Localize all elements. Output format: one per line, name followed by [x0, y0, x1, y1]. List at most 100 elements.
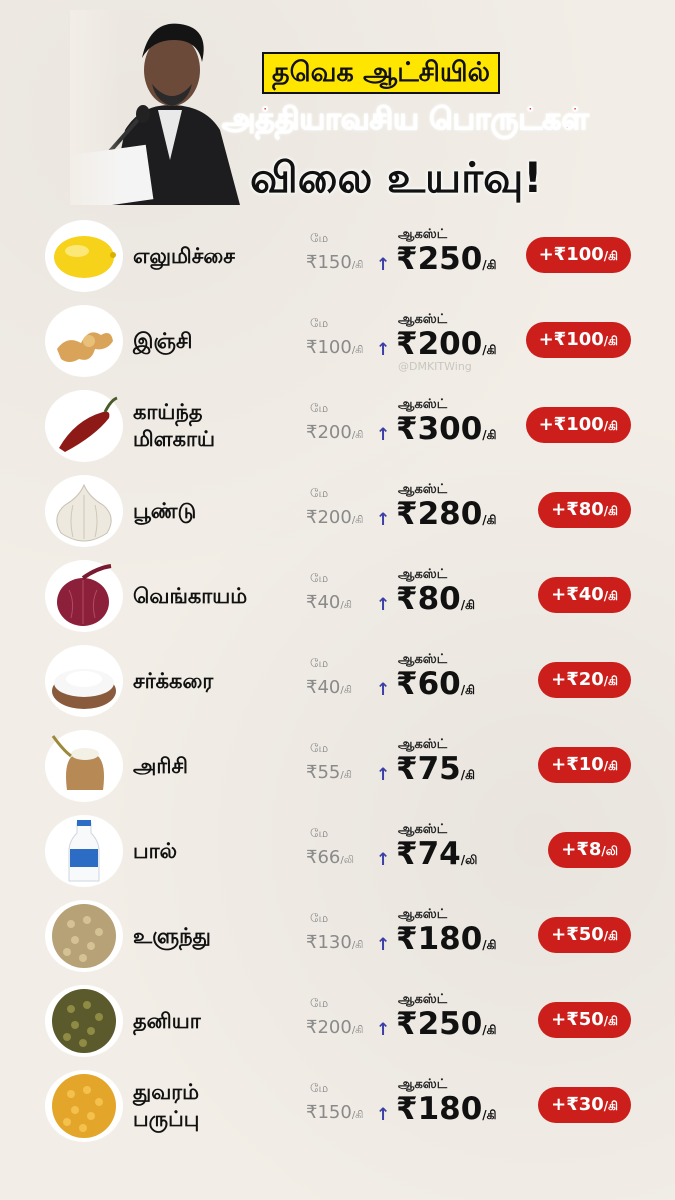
up-arrow-icon: ↑ — [376, 425, 391, 445]
old-price-value: ₹130 — [306, 932, 352, 953]
new-price-value: ₹250 — [396, 1006, 483, 1042]
old-price: ₹55/கி — [306, 762, 352, 783]
old-price-unit: /கி — [351, 345, 364, 356]
increase-value: +₹100 — [538, 414, 604, 435]
old-price-label: மே — [310, 231, 329, 245]
increase-badge: +₹10/கி — [538, 747, 631, 783]
new-price: ₹80/கி — [396, 581, 475, 617]
new-price-value: ₹180 — [396, 921, 483, 957]
increase-value: +₹20 — [551, 669, 604, 690]
increase-unit: /கி — [603, 419, 618, 433]
coriander-seeds-icon — [45, 985, 123, 1057]
item-name: அரிசி — [133, 723, 303, 809]
increase-badge: +₹80/கி — [538, 492, 631, 528]
increase-value: +₹50 — [551, 1009, 604, 1030]
old-price-unit: /கி — [351, 430, 364, 441]
increase-value: +₹8 — [561, 839, 602, 860]
new-price-value: ₹80 — [396, 581, 461, 617]
price-row: காய்ந்த மிளகாய் மே ₹200/கி ↑ ஆகஸ்ட் ₹300/கி +₹… — [0, 383, 675, 469]
old-price-label: மே — [310, 401, 329, 415]
up-arrow-icon: ↑ — [376, 850, 391, 870]
old-price-value: ₹200 — [306, 507, 352, 528]
price-row: சர்க்கரை மே ₹40/கி ↑ ஆகஸ்ட் ₹60/கி +₹20/கி — [0, 638, 675, 724]
up-arrow-icon: ↑ — [376, 340, 391, 360]
new-price: ₹75/கி — [396, 751, 475, 787]
new-price-value: ₹200 — [396, 326, 483, 362]
item-name-text: பால் — [133, 838, 178, 863]
old-price-label: மே — [310, 996, 329, 1010]
new-price: ₹300/கி — [396, 411, 497, 447]
increase-value: +₹50 — [551, 924, 604, 945]
new-price-unit: /கி — [482, 258, 497, 272]
new-price: ₹180/கி — [396, 1091, 497, 1127]
old-price-unit: /கி — [351, 1025, 364, 1036]
price-row: வெங்காயம் மே ₹40/கி ↑ ஆகஸ்ட் ₹80/கி +₹40/கி — [0, 553, 675, 639]
item-name-text: தனியா — [133, 1008, 201, 1033]
item-name: காய்ந்த மிளகாய் — [133, 383, 243, 469]
old-price-value: ₹150 — [306, 1102, 352, 1123]
item-name-text: பூண்டு — [133, 498, 197, 523]
new-price: ₹250/கி — [396, 1006, 497, 1042]
new-price-unit: /கி — [482, 1108, 497, 1122]
old-price-unit: /கி — [340, 770, 352, 781]
ginger-icon — [45, 305, 123, 377]
new-price-value: ₹60 — [396, 666, 461, 702]
increase-unit: /கி — [603, 1099, 618, 1113]
item-name: பூண்டு — [133, 468, 303, 554]
urad-dal-icon — [45, 900, 123, 972]
increase-unit: /கி — [603, 929, 618, 943]
item-name-text: வெங்காயம் — [133, 583, 248, 608]
increase-unit: /கி — [603, 674, 618, 688]
old-price-unit: /கி — [351, 515, 364, 526]
increase-badge: +₹30/கி — [538, 1087, 631, 1123]
old-price: ₹200/கி — [306, 1017, 363, 1038]
old-price-value: ₹66 — [306, 847, 341, 868]
item-name: வெங்காயம் — [133, 553, 303, 639]
price-row: துவரம் பருப்பு மே ₹150/கி ↑ ஆகஸ்ட் ₹180/கி +₹3… — [0, 1063, 675, 1149]
up-arrow-icon: ↑ — [376, 1020, 391, 1040]
increase-value: +₹80 — [551, 499, 604, 520]
new-price-value: ₹180 — [396, 1091, 483, 1127]
sugar-icon — [45, 645, 123, 717]
new-price-unit: /கி — [482, 513, 497, 527]
onion-icon — [45, 560, 123, 632]
lemon-icon — [45, 220, 123, 292]
item-name-text: காய்ந்த மிளகாய் — [133, 400, 216, 451]
new-price-value: ₹250 — [396, 241, 483, 277]
new-price-unit: /கி — [482, 428, 497, 442]
price-row: பால் மே ₹66/லி ↑ ஆகஸ்ட் ₹74/லி +₹8/லி — [0, 808, 675, 894]
old-price-label: மே — [310, 826, 329, 840]
item-name-text: எலுமிச்சை — [133, 243, 235, 268]
new-price-value: ₹300 — [396, 411, 483, 447]
old-price-label: மே — [310, 316, 329, 330]
old-price-unit: /கி — [340, 600, 352, 611]
item-name: சர்க்கரை — [133, 638, 303, 724]
increase-value: +₹10 — [551, 754, 604, 775]
old-price-unit: /கி — [351, 1110, 364, 1121]
increase-value: +₹100 — [538, 329, 604, 350]
increase-unit: /கி — [603, 589, 618, 603]
increase-unit: /கி — [603, 504, 618, 518]
dried-chili-icon — [45, 390, 123, 462]
up-arrow-icon: ↑ — [376, 680, 391, 700]
price-row: பூண்டு மே ₹200/கி ↑ ஆகஸ்ட் ₹280/கி +₹80/கி — [0, 468, 675, 554]
up-arrow-icon: ↑ — [376, 595, 391, 615]
new-price: ₹200/கி — [396, 326, 497, 362]
old-price: ₹40/கி — [306, 677, 352, 698]
increase-badge: +₹8/லி — [548, 832, 631, 868]
increase-badge: +₹40/கி — [538, 577, 631, 613]
old-price-value: ₹200 — [306, 422, 352, 443]
old-price-label: மே — [310, 911, 329, 925]
up-arrow-icon: ↑ — [376, 765, 391, 785]
old-price-value: ₹100 — [306, 337, 352, 358]
increase-badge: +₹100/கி — [525, 407, 631, 443]
old-price-value: ₹40 — [306, 592, 341, 613]
new-price-unit: /கி — [482, 1023, 497, 1037]
price-row: தனியா மே ₹200/கி ↑ ஆகஸ்ட் ₹250/கி +₹50/கி — [0, 978, 675, 1064]
old-price-value: ₹40 — [306, 677, 341, 698]
up-arrow-icon: ↑ — [376, 255, 391, 275]
increase-badge: +₹50/கி — [538, 1002, 631, 1038]
increase-badge: +₹50/கி — [538, 917, 631, 953]
old-price-unit: /கி — [351, 260, 364, 271]
rice-sack-icon — [45, 730, 123, 802]
